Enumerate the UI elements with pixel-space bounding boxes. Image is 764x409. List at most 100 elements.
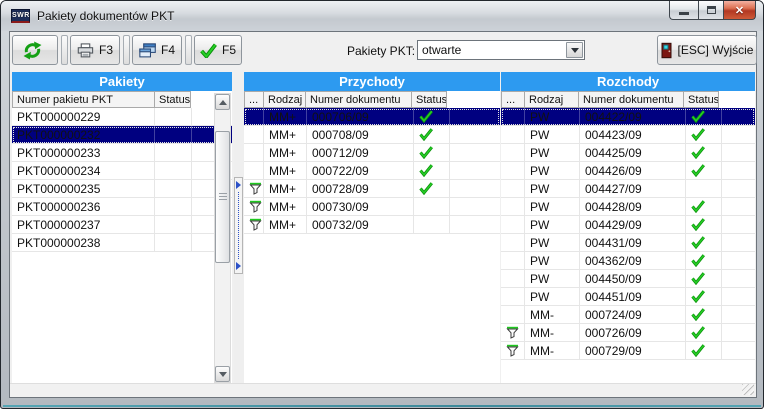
table-cell: 004431/09 [580, 234, 686, 251]
table-cell: PW [525, 198, 580, 215]
table-cell: MM- [525, 324, 580, 341]
table-row[interactable]: PKT000000232 [12, 126, 232, 144]
table-cell: PKT000000238 [12, 234, 155, 251]
combobox-value: otwarte [418, 43, 566, 57]
close-button[interactable]: ✕ [723, 1, 756, 20]
table-row[interactable]: PKT000000238 [12, 234, 232, 252]
column-header[interactable]: Status [411, 91, 447, 108]
column-header[interactable]: Status [154, 91, 191, 108]
table-cell [155, 144, 192, 161]
refresh-button[interactable] [12, 35, 58, 65]
arrow-up-icon [219, 100, 227, 105]
column-header[interactable]: Status [683, 91, 719, 108]
table-cell: 000732/09 [307, 216, 414, 233]
resize-grip[interactable] [742, 384, 754, 395]
exit-button[interactable]: [ESC] Wyjście [657, 35, 757, 65]
table-cell: 000730/09 [307, 198, 414, 215]
table-cell [414, 198, 450, 215]
scroll-thumb[interactable] [215, 131, 230, 263]
table-cell: PW [525, 144, 580, 161]
pakiety-pkt-combobox[interactable]: otwarte [417, 40, 585, 60]
table-row[interactable]: PKT000000237 [12, 216, 232, 234]
column-header[interactable]: Rodzaj [524, 91, 579, 108]
client-area: F3 F4 [9, 31, 757, 398]
table-cell [244, 126, 264, 143]
toolbar: F3 F4 [10, 32, 756, 70]
table-row[interactable]: PW004425/09 [501, 144, 755, 162]
table-row[interactable]: MM+000730/09 [244, 198, 500, 216]
refresh-icon [23, 41, 42, 60]
table-cell: PW [525, 216, 580, 233]
maximize-icon [707, 6, 716, 14]
column-header[interactable]: Numer pakietu PKT [12, 91, 155, 108]
table-row[interactable]: MM+000732/09 [244, 216, 500, 234]
table-row[interactable]: PW004422/09 [501, 108, 755, 126]
funnel-icon [244, 216, 264, 233]
table-row[interactable]: PW004423/09 [501, 126, 755, 144]
check-icon [686, 216, 722, 233]
pakiety-panel-title: Pakiety [12, 72, 232, 91]
column-header[interactable]: Numer dokumentu [578, 91, 684, 108]
table-cell [155, 216, 192, 233]
funnel-icon [501, 342, 525, 359]
check-icon [414, 144, 450, 161]
toolbar-separator [61, 35, 68, 65]
table-cell: MM+ [264, 216, 307, 233]
funnel-icon [501, 324, 525, 341]
column-header[interactable]: Numer dokumentu [305, 91, 412, 108]
table-cell: PW [525, 180, 580, 197]
table-row[interactable]: PKT000000233 [12, 144, 232, 162]
table-row[interactable]: MM+000722/09 [244, 162, 500, 180]
przychody-panel: Przychody ...RodzajNumer dokumentuStatus… [244, 72, 500, 383]
maximize-button[interactable] [698, 1, 723, 20]
przychody-panel-title: Przychody [244, 72, 500, 91]
table-row[interactable]: PW004426/09 [501, 162, 755, 180]
pakiety-scrollbar[interactable] [214, 93, 231, 383]
table-row[interactable]: PW004427/09 [501, 180, 755, 198]
przychody-table: MM+000706/09MM+000708/09MM+000712/09MM+0… [244, 108, 500, 234]
table-cell: 004451/09 [580, 288, 686, 305]
documents-f4-button[interactable]: F4 [132, 35, 182, 65]
table-row[interactable]: PW004428/09 [501, 198, 755, 216]
table-row[interactable]: PW004429/09 [501, 216, 755, 234]
column-header[interactable]: ... [244, 91, 264, 108]
table-row[interactable]: MM-000726/09 [501, 324, 755, 342]
table-row[interactable]: PKT000000235 [12, 180, 232, 198]
print-f3-button[interactable]: F3 [70, 35, 120, 65]
splitter-handle[interactable] [234, 177, 243, 274]
filter-label: Pakiety PKT: [347, 44, 415, 58]
table-row[interactable]: PKT000000234 [12, 162, 232, 180]
check-icon [686, 342, 722, 359]
exit-button-label: [ESC] Wyjście [678, 43, 754, 57]
title-bar[interactable]: SWR Pakiety dokumentów PKT [1, 1, 763, 31]
printer-icon [77, 43, 94, 58]
table-cell: PKT000000233 [12, 144, 155, 161]
table-cell: PW [525, 162, 580, 179]
table-cell: PKT000000232 [12, 126, 155, 143]
table-row[interactable]: MM+000708/09 [244, 126, 500, 144]
table-row[interactable]: PW004450/09 [501, 270, 755, 288]
check-icon [686, 234, 722, 251]
table-row[interactable]: PW004451/09 [501, 288, 755, 306]
splitter-dots [238, 192, 239, 259]
table-row[interactable]: MM+000728/09 [244, 180, 500, 198]
table-row[interactable]: MM+000712/09 [244, 144, 500, 162]
table-cell [155, 198, 192, 215]
column-header[interactable]: ... [501, 91, 525, 108]
minimize-button[interactable] [669, 1, 698, 20]
table-row[interactable]: PW004431/09 [501, 234, 755, 252]
table-row[interactable]: MM-000729/09 [501, 342, 755, 360]
column-header[interactable]: Rodzaj [263, 91, 306, 108]
panel-splitter[interactable] [234, 70, 244, 385]
scroll-up-button[interactable] [215, 94, 230, 110]
table-row[interactable]: PW004362/09 [501, 252, 755, 270]
approve-f5-button[interactable]: F5 [194, 35, 242, 65]
table-row[interactable]: MM-000724/09 [501, 306, 755, 324]
splitter-arrow-icon [236, 262, 241, 270]
table-row[interactable]: PKT000000236 [12, 198, 232, 216]
scroll-down-button[interactable] [215, 366, 230, 382]
documents-f4-label: F4 [161, 43, 175, 57]
combobox-dropdown-button[interactable] [566, 42, 583, 58]
table-row[interactable]: PKT000000229 [12, 108, 232, 126]
table-row[interactable]: MM+000706/09 [244, 108, 500, 126]
